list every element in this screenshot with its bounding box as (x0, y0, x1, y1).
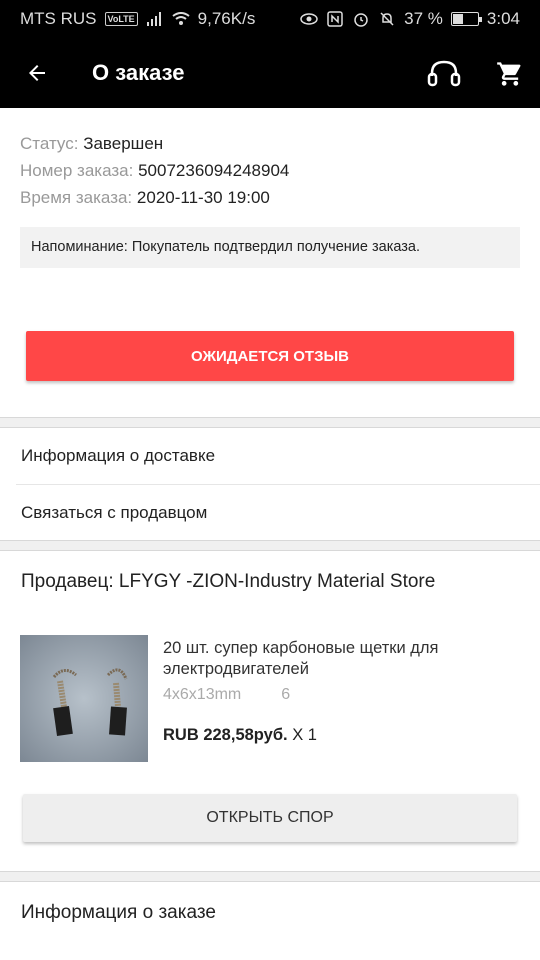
order-number-row: Номер заказа: 5007236094248904 (20, 157, 520, 184)
eye-icon (300, 10, 318, 28)
volte-badge: VoLTE (104, 12, 138, 26)
speed-label: 9,76K/s (197, 9, 256, 28)
delivery-info-link[interactable]: Информация о доставке (0, 428, 540, 484)
cart-icon (497, 62, 521, 86)
signal-icon (146, 10, 164, 28)
wifi-icon (172, 10, 190, 28)
carrier-label: MTS RUS (20, 9, 97, 28)
section-separator (0, 417, 540, 428)
battery-icon (450, 12, 482, 26)
status-label: Статус: (20, 134, 79, 153)
support-button[interactable] (424, 54, 464, 94)
section-separator (0, 871, 540, 882)
product-image[interactable] (20, 635, 148, 762)
back-button[interactable] (20, 56, 54, 90)
alarm-icon (352, 10, 370, 28)
page-title: О заказе (92, 60, 185, 85)
variant-count: 6 (281, 686, 291, 703)
nfc-icon (326, 10, 344, 28)
reminder-box: Напоминание: Покупатель подтвердил получ… (20, 227, 520, 268)
battery-percent: 37 % (404, 9, 443, 28)
product-quantity: X 1 (292, 726, 317, 744)
cart-button[interactable] (492, 54, 528, 94)
variant-size: 4x6x13mm (163, 686, 242, 703)
order-number-label: Номер заказа: (20, 161, 134, 180)
order-summary: Статус: Завершен Номер заказа: 500723609… (20, 130, 520, 211)
awaiting-review-button[interactable]: ОЖИДАЕТСЯ ОТЗЫВ (26, 331, 514, 381)
clock: 3:04 (486, 9, 520, 28)
product-price: RUB 228,58руб. (163, 726, 288, 744)
mute-icon (378, 10, 396, 28)
status-value: Завершен (83, 134, 164, 153)
headset-icon (427, 60, 461, 87)
contact-seller-link[interactable]: Связаться с продавцом (0, 485, 540, 541)
order-number-value: 5007236094248904 (138, 161, 290, 180)
app-bar: О заказе (0, 38, 540, 108)
order-time-label: Время заказа: (20, 188, 133, 207)
order-info-section[interactable]: Информация о заказе (21, 902, 216, 924)
arrow-left-icon (29, 65, 45, 81)
order-time-value: 2020-11-30 19:00 (136, 188, 270, 207)
open-dispute-button[interactable]: ОТКРЫТЬ СПОР (23, 794, 517, 842)
status-bar: MTS RUS VoLTE 9,76K/s 37 % 3:04 (0, 0, 540, 38)
product-variant: 4x6x13mm 6 (163, 686, 290, 704)
section-separator (0, 540, 540, 551)
product-title[interactable]: 20 шт. супер карбоновые щетки для электр… (163, 638, 513, 680)
order-time-row: Время заказа: 2020-11-30 19:00 (20, 184, 520, 211)
order-status-row: Статус: Завершен (20, 130, 520, 157)
seller-name[interactable]: Продавец: LFYGY -ZION-Industry Material … (21, 571, 435, 593)
product-price-row: RUB 228,58руб. X 1 (163, 726, 317, 745)
